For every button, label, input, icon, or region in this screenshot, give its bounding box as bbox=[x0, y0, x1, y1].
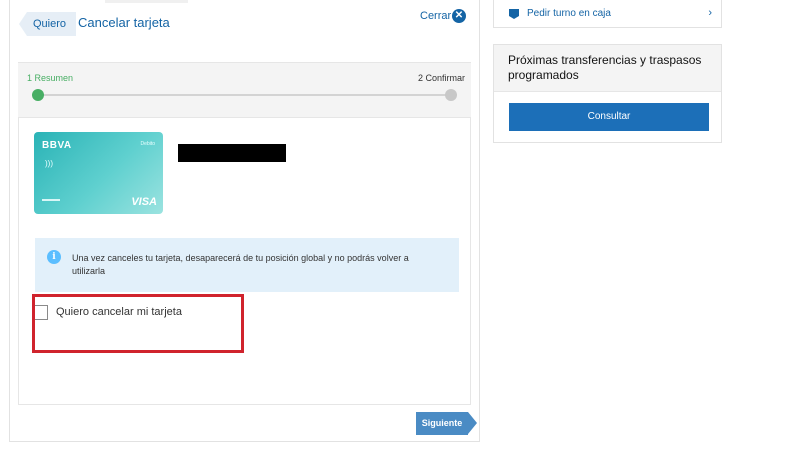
cancel-card-panel: Quiero Cancelar tarjeta Cerrar ✕ 1 Resum… bbox=[9, 0, 480, 442]
card-brand-logo: BBVA bbox=[42, 140, 72, 151]
panel-header: Quiero Cancelar tarjeta Cerrar ✕ bbox=[10, 0, 479, 62]
card-network-logo: VISA bbox=[131, 196, 157, 208]
info-text: Una vez canceles tu tarjeta, desaparecer… bbox=[72, 253, 409, 276]
turno-link-box[interactable]: Pedir turno en caja › bbox=[493, 0, 722, 28]
stepper-track bbox=[40, 94, 452, 96]
redacted-card-number bbox=[178, 144, 286, 162]
turno-label[interactable]: Pedir turno en caja bbox=[527, 8, 611, 19]
close-icon[interactable]: ✕ bbox=[452, 9, 466, 23]
close-link[interactable]: Cerrar bbox=[420, 10, 451, 22]
scheduled-transfers-title: Próximas transferencias y traspasos prog… bbox=[494, 45, 721, 92]
page-title: Cancelar tarjeta bbox=[78, 15, 170, 30]
contactless-icon: ))) bbox=[45, 159, 53, 168]
card-type-label: Debito bbox=[140, 141, 155, 147]
back-breadcrumb[interactable]: Quiero bbox=[19, 12, 77, 36]
info-message: i Una vez canceles tu tarjeta, desaparec… bbox=[35, 238, 459, 292]
card-detail-line bbox=[42, 199, 60, 201]
card-image: BBVA Debito ))) VISA bbox=[34, 132, 163, 214]
ticket-icon bbox=[509, 9, 519, 19]
scheduled-transfers-card: Próximas transferencias y traspasos prog… bbox=[493, 44, 722, 143]
info-icon: i bbox=[47, 250, 61, 264]
step-dot-pending bbox=[445, 89, 457, 101]
step-label-confirm: 2 Confirmar bbox=[417, 73, 465, 83]
step-label-summary: 1 Resumen bbox=[27, 73, 74, 83]
progress-stepper: 1 Resumen 2 Confirmar bbox=[18, 62, 471, 118]
next-button-arrow[interactable] bbox=[468, 412, 477, 434]
step-dot-active bbox=[32, 89, 44, 101]
card-content: BBVA Debito ))) VISA i Una vez canceles … bbox=[18, 118, 471, 405]
highlight-annotation bbox=[32, 294, 244, 353]
next-button[interactable]: Siguiente bbox=[416, 412, 468, 435]
chevron-right-icon[interactable]: › bbox=[708, 7, 712, 19]
consultar-button[interactable]: Consultar bbox=[509, 103, 709, 131]
